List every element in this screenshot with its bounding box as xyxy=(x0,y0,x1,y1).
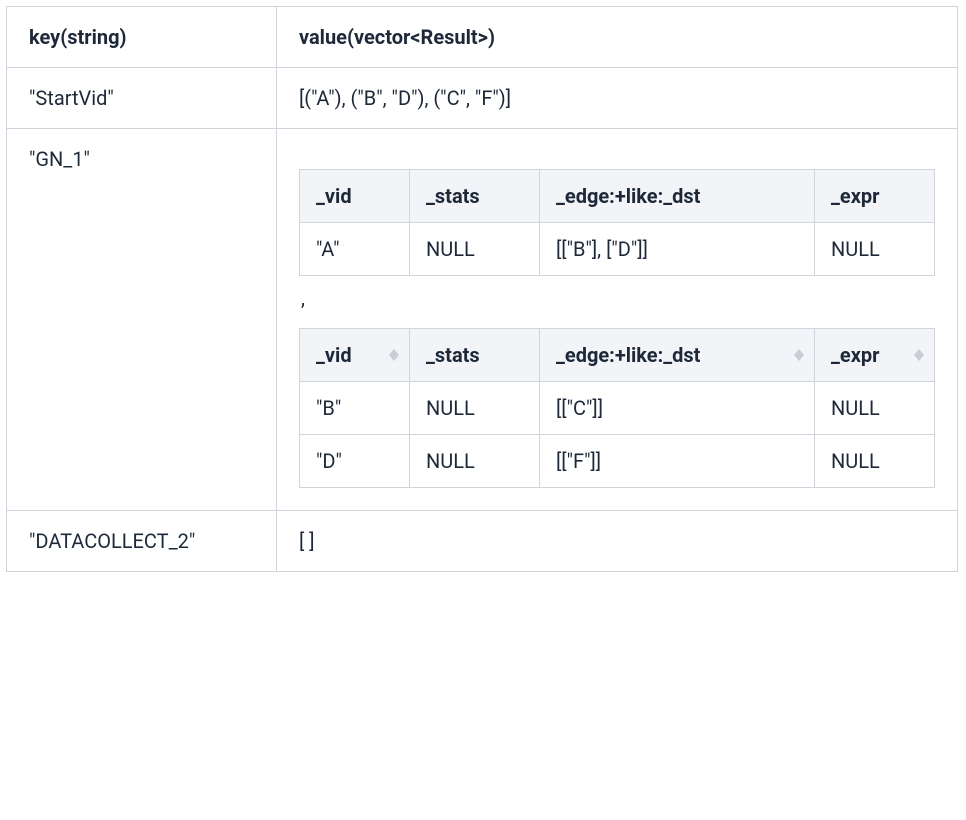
inner-header-vid: _vid xyxy=(300,170,410,223)
sort-icon[interactable] xyxy=(914,349,924,361)
table-row: "StartVid" [("A"), ("B", "D"), ("C", "F"… xyxy=(7,68,958,129)
inner-header-stats: _stats xyxy=(410,329,540,382)
value-cell: [ ] xyxy=(277,511,958,572)
cell-stats: NULL xyxy=(410,435,540,488)
value-cell: [("A"), ("B", "D"), ("C", "F")] xyxy=(277,68,958,129)
cell-vid: "D" xyxy=(300,435,410,488)
cell-expr: NULL xyxy=(815,223,935,276)
header-label: _expr xyxy=(831,343,879,367)
key-cell: "GN_1" xyxy=(7,129,277,511)
outer-header-value: value(vector<Result>) xyxy=(277,7,958,68)
cell-expr: NULL xyxy=(815,435,935,488)
table-row: "GN_1" _vid _stats _edge:+like:_dst _exp… xyxy=(7,129,958,511)
outer-table: key(string) value(vector<Result>) "Start… xyxy=(6,6,958,572)
table-row: "A" NULL [["B"], ["D"]] NULL xyxy=(300,223,935,276)
cell-edge: [["B"], ["D"]] xyxy=(540,223,815,276)
inner-header-row: _vid _stats _edge:+like:_dst xyxy=(300,329,935,382)
inner-header-stats: _stats xyxy=(410,170,540,223)
header-label: _edge:+like:_dst xyxy=(556,343,700,367)
cell-edge: [["F"]] xyxy=(540,435,815,488)
inner-header-expr-sortable[interactable]: _expr xyxy=(815,329,935,382)
value-cell-nested: _vid _stats _edge:+like:_dst _expr "A" N… xyxy=(277,129,958,511)
inner-table-1: _vid _stats _edge:+like:_dst _expr "A" N… xyxy=(299,169,935,276)
separator-comma: , xyxy=(299,276,935,328)
cell-vid: "A" xyxy=(300,223,410,276)
table-row: "D" NULL [["F"]] NULL xyxy=(300,435,935,488)
inner-header-expr: _expr xyxy=(815,170,935,223)
table-row: "DATACOLLECT_2" [ ] xyxy=(7,511,958,572)
inner-table-2: _vid _stats _edge:+like:_dst xyxy=(299,328,935,488)
sort-icon[interactable] xyxy=(389,349,399,361)
outer-header-row: key(string) value(vector<Result>) xyxy=(7,7,958,68)
cell-edge: [["C"]] xyxy=(540,382,815,435)
cell-stats: NULL xyxy=(410,382,540,435)
header-label: _vid xyxy=(316,343,352,367)
table-row: "B" NULL [["C"]] NULL xyxy=(300,382,935,435)
outer-header-key: key(string) xyxy=(7,7,277,68)
key-cell: "StartVid" xyxy=(7,68,277,129)
cell-stats: NULL xyxy=(410,223,540,276)
inner-header-row: _vid _stats _edge:+like:_dst _expr xyxy=(300,170,935,223)
inner-header-edge-sortable[interactable]: _edge:+like:_dst xyxy=(540,329,815,382)
inner-header-edge: _edge:+like:_dst xyxy=(540,170,815,223)
cell-expr: NULL xyxy=(815,382,935,435)
sort-icon[interactable] xyxy=(794,349,804,361)
cell-vid: "B" xyxy=(300,382,410,435)
inner-header-vid-sortable[interactable]: _vid xyxy=(300,329,410,382)
key-cell: "DATACOLLECT_2" xyxy=(7,511,277,572)
